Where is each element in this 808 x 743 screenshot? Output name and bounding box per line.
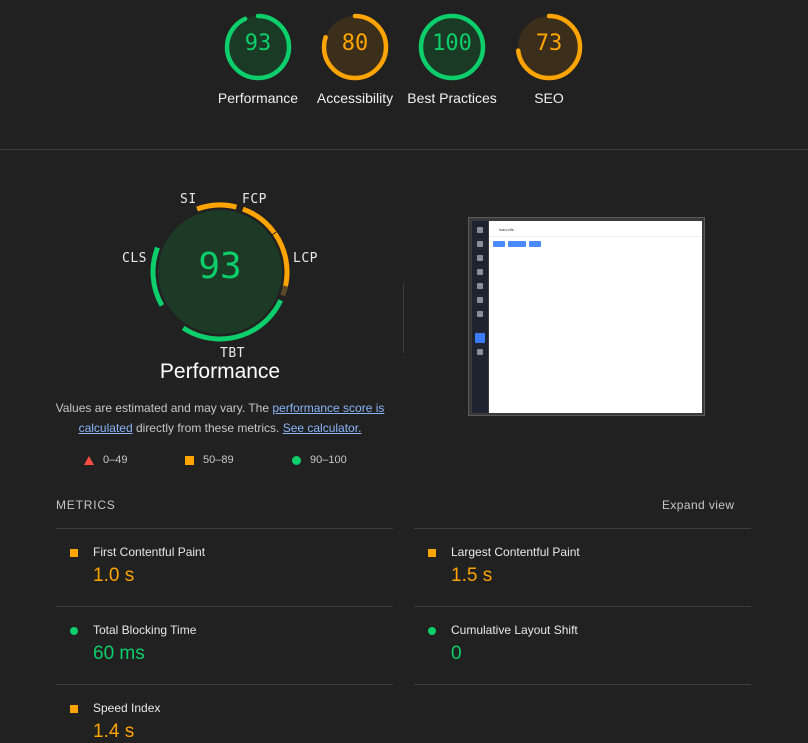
pass-circle-icon bbox=[428, 627, 436, 635]
metrics-divider bbox=[414, 528, 751, 529]
sidebar-nav-icon bbox=[477, 241, 483, 247]
average-square-icon bbox=[185, 455, 194, 465]
arc-label-tbt: TBT bbox=[220, 346, 245, 361]
metric-fcp-name: First Contentful Paint bbox=[93, 545, 206, 559]
vertical-divider bbox=[403, 283, 404, 353]
pass-circle-icon bbox=[292, 455, 301, 465]
pass-circle-icon bbox=[70, 627, 78, 635]
sidebar-nav-icon bbox=[477, 255, 483, 261]
arc-label-fcp: FCP bbox=[242, 192, 267, 207]
metric-cls-value: 0 bbox=[451, 643, 462, 664]
score-legend: 0–49 50–89 90–100 bbox=[84, 454, 384, 472]
metric-lcp-value: 1.5 s bbox=[451, 565, 493, 586]
metrics-divider bbox=[56, 684, 393, 685]
average-square-icon bbox=[70, 705, 78, 713]
legend-fail-label: 0–49 bbox=[103, 454, 128, 466]
metrics-divider bbox=[56, 528, 393, 529]
metric-si-name: Speed Index bbox=[93, 701, 161, 715]
sidebar-logo-icon bbox=[477, 227, 483, 233]
metric-tbt-value: 60 ms bbox=[93, 643, 145, 664]
sidebar-nav-icon bbox=[477, 349, 483, 355]
sidebar-nav-icon-active bbox=[475, 333, 485, 343]
legend-pass-label: 90–100 bbox=[310, 454, 347, 466]
legend-pass: 90–100 bbox=[292, 454, 347, 466]
arc-label-si: SI bbox=[180, 192, 197, 207]
performance-title: Performance bbox=[159, 360, 281, 383]
final-screenshot[interactable]: load.vite bbox=[468, 217, 705, 416]
label-seo: SEO bbox=[534, 90, 564, 106]
metrics-heading: METRICS bbox=[56, 498, 116, 512]
score-performance: 93 bbox=[244, 31, 272, 56]
gauge-performance[interactable]: 93 Performance bbox=[210, 12, 306, 108]
label-performance: Performance bbox=[217, 90, 299, 106]
screenshot-content: load.vite bbox=[489, 221, 702, 413]
legend-average-label: 50–89 bbox=[203, 454, 234, 466]
average-square-icon bbox=[428, 549, 436, 557]
screenshot-header-line bbox=[489, 236, 702, 237]
screenshot-button bbox=[493, 241, 505, 247]
note-text-2: directly from these metrics. bbox=[132, 421, 283, 435]
metric-tbt-name: Total Blocking Time bbox=[93, 623, 197, 637]
legend-average: 50–89 bbox=[185, 454, 234, 466]
metrics-divider bbox=[414, 606, 751, 607]
arc-label-lcp: LCP bbox=[293, 251, 318, 266]
gauge-best-practices[interactable]: 100 Best Practices bbox=[404, 12, 500, 108]
metric-fcp-value: 1.0 s bbox=[93, 565, 135, 586]
gauge-accessibility[interactable]: 80 Accessibility bbox=[307, 12, 403, 108]
screenshot-button bbox=[529, 241, 541, 247]
metrics-divider bbox=[414, 684, 751, 685]
legend-fail: 0–49 bbox=[84, 454, 127, 466]
estimate-note: Values are estimated and may vary. The p… bbox=[52, 398, 388, 438]
metric-si-value: 1.4 s bbox=[93, 721, 135, 742]
screenshot-button bbox=[508, 241, 526, 247]
note-text-1: Values are estimated and may vary. The bbox=[55, 401, 273, 415]
metric-lcp-name: Largest Contentful Paint bbox=[451, 545, 580, 559]
sidebar-nav-icon bbox=[477, 283, 483, 289]
metrics-divider bbox=[56, 606, 393, 607]
sidebar-nav-icon bbox=[477, 311, 483, 317]
gauge-seo[interactable]: 73 SEO bbox=[501, 12, 597, 108]
performance-score: 93 bbox=[198, 246, 242, 287]
screenshot-tab-text: load.vite bbox=[499, 227, 514, 232]
arc-label-cls: CLS bbox=[122, 251, 147, 266]
average-square-icon bbox=[70, 549, 78, 557]
label-accessibility: Accessibility bbox=[316, 90, 394, 106]
sidebar-nav-icon bbox=[477, 269, 483, 275]
score-accessibility: 80 bbox=[341, 31, 369, 56]
fail-triangle-icon bbox=[84, 455, 94, 465]
score-seo: 73 bbox=[535, 31, 563, 56]
see-calculator-link[interactable]: See calculator. bbox=[283, 421, 362, 435]
expand-view-toggle[interactable]: Expand view bbox=[662, 498, 734, 512]
sidebar-nav-icon bbox=[477, 297, 483, 303]
header-divider bbox=[0, 149, 808, 150]
category-scores: 93 Performance 80 Accessibility 100 Best… bbox=[0, 0, 808, 149]
score-best-practices: 100 bbox=[432, 31, 472, 56]
screenshot-sidebar bbox=[472, 221, 488, 413]
metric-cls-name: Cumulative Layout Shift bbox=[451, 623, 578, 637]
label-best-practices: Best Practices bbox=[407, 90, 497, 106]
